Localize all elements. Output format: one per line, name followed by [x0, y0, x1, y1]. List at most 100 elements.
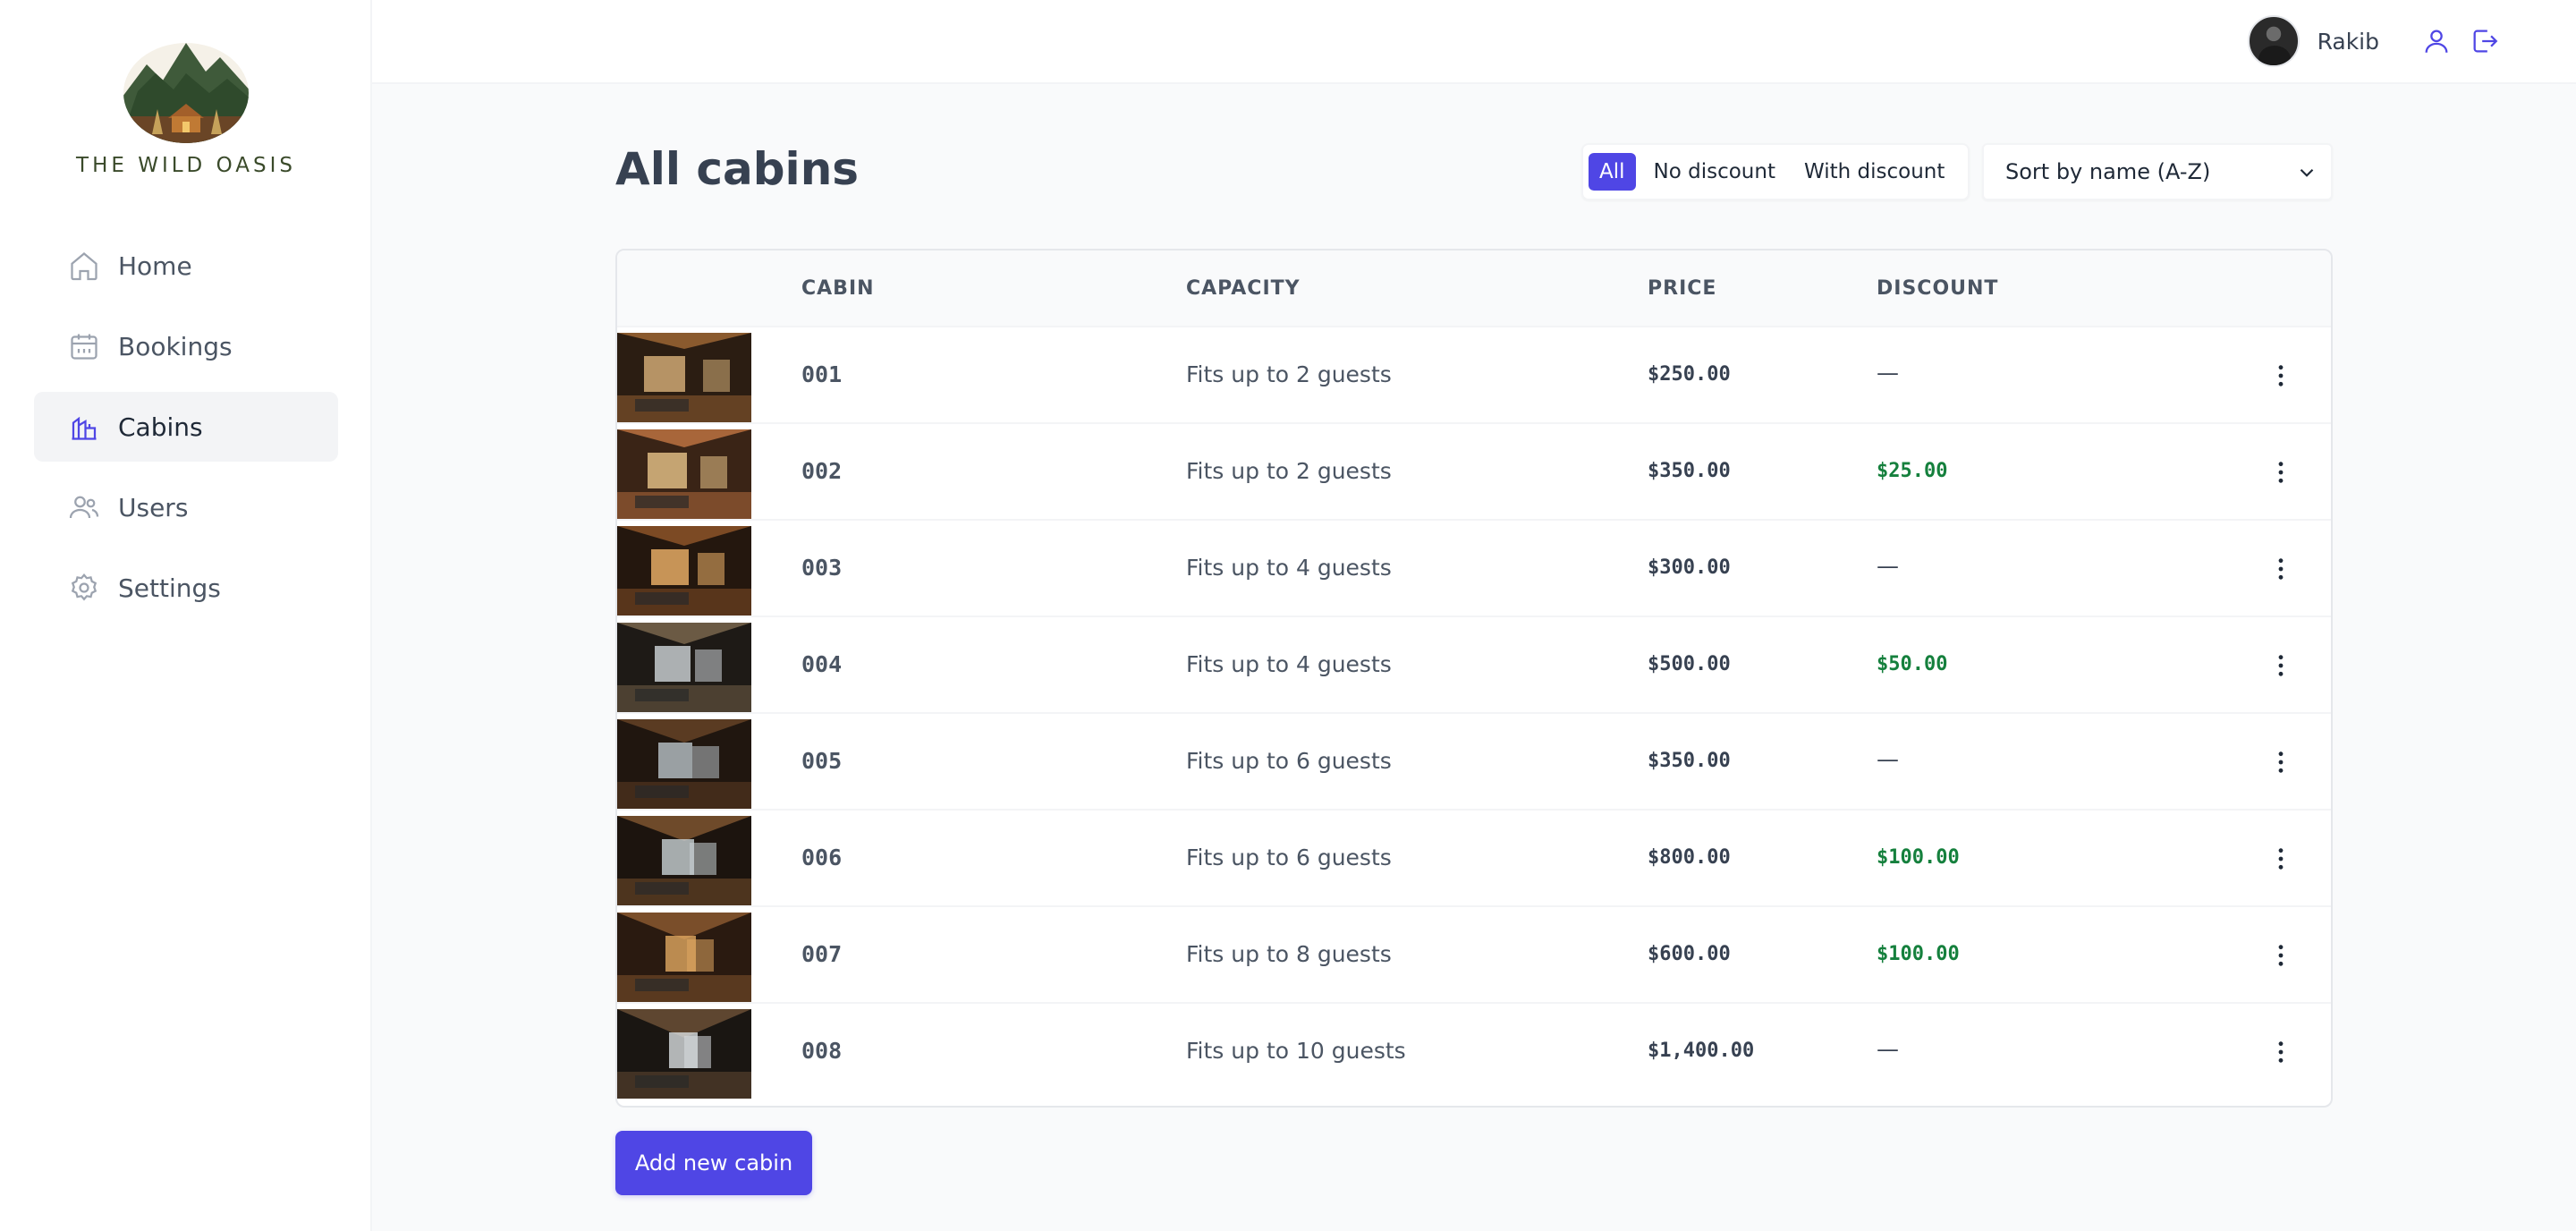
cabin-name: 003 — [801, 555, 843, 581]
cabins-table: CABIN CAPACITY PRICE DISCOUNT 001 Fits up… — [615, 249, 2333, 1108]
table-header: CABIN CAPACITY PRICE DISCOUNT — [617, 250, 2331, 327]
cabin-name: 007 — [801, 941, 843, 967]
column-header-discount: DISCOUNT — [1877, 277, 1999, 300]
sidebar-item-label: Home — [118, 250, 192, 281]
cabin-image — [617, 623, 751, 712]
cabin-discount: $50.00 — [1877, 653, 1948, 675]
top-header: Rakib — [372, 0, 2576, 84]
column-header-capacity: CAPACITY — [1186, 277, 1301, 300]
cabin-image — [617, 526, 751, 616]
cabin-discount: — — [1877, 360, 1899, 386]
table-row: 004 Fits up to 4 guests $500.00 $50.00 — [617, 617, 2331, 714]
more-vertical-icon — [2278, 1041, 2284, 1063]
sidebar-item-settings[interactable]: Settings — [34, 553, 338, 623]
cabin-image — [617, 333, 751, 422]
table-row: 005 Fits up to 6 guests $350.00 — — [617, 714, 2331, 811]
cabin-name: 008 — [801, 1038, 843, 1064]
table-row: 006 Fits up to 6 guests $800.00 $100.00 — [617, 811, 2331, 907]
chevron-down-icon — [2300, 168, 2314, 177]
cabin-capacity: Fits up to 6 guests — [1186, 748, 1392, 774]
table-row: 008 Fits up to 10 guests $1,400.00 — — [617, 1004, 2331, 1100]
sort-select-value: Sort by name (A-Z) — [2005, 159, 2211, 184]
sidebar-item-label: Bookings — [118, 331, 233, 361]
table-row: 001 Fits up to 2 guests $250.00 — — [617, 327, 2331, 424]
row-menu-button[interactable] — [2263, 744, 2299, 780]
sidebar-item-label: Cabins — [118, 412, 203, 442]
cabin-capacity: Fits up to 2 guests — [1186, 458, 1392, 484]
page-title: All cabins — [615, 143, 860, 195]
row-menu-button[interactable] — [2263, 358, 2299, 394]
filter-no-discount-button[interactable]: No discount — [1643, 153, 1786, 191]
cabin-price: $800.00 — [1648, 846, 1731, 869]
cabin-image — [617, 429, 751, 519]
cabin-name: 006 — [801, 845, 843, 870]
cabin-name: 005 — [801, 748, 843, 774]
sort-select[interactable]: Sort by name (A-Z) — [1982, 143, 2333, 200]
row-menu-button[interactable] — [2263, 938, 2299, 973]
more-vertical-icon — [2278, 462, 2284, 483]
sidebar-item-cabins[interactable]: Cabins — [34, 392, 338, 462]
cabin-name: 001 — [801, 361, 843, 387]
cabin-discount: $100.00 — [1877, 943, 1960, 965]
row-menu-button[interactable] — [2263, 551, 2299, 587]
main-nav: Home Bookings Cabins Users Settings — [34, 231, 338, 633]
table-row: 007 Fits up to 8 guests $600.00 $100.00 — [617, 907, 2331, 1004]
filter-all-button[interactable]: All — [1589, 153, 1636, 191]
sidebar: THE WILD OASIS Home Bookings Cabins User… — [0, 0, 372, 1231]
user-name: Rakib — [2317, 28, 2379, 55]
cabin-price: $350.00 — [1648, 460, 1731, 482]
sidebar-item-label: Settings — [118, 573, 221, 603]
account-button[interactable] — [2417, 21, 2456, 61]
cabin-name: 002 — [801, 458, 843, 484]
column-header-price: PRICE — [1648, 277, 1717, 300]
gear-icon — [68, 572, 100, 604]
cabin-price: $1,400.00 — [1648, 1040, 1755, 1062]
cabin-price: $500.00 — [1648, 653, 1731, 675]
table-row: 003 Fits up to 4 guests $300.00 — — [617, 521, 2331, 617]
cabin-capacity: Fits up to 4 guests — [1186, 555, 1392, 581]
cabins-icon — [68, 411, 100, 443]
cabin-price: $600.00 — [1648, 943, 1731, 965]
cabin-discount: — — [1877, 746, 1899, 772]
sidebar-item-home[interactable]: Home — [34, 231, 338, 301]
more-vertical-icon — [2278, 655, 2284, 676]
sidebar-item-bookings[interactable]: Bookings — [34, 311, 338, 381]
add-cabin-button[interactable]: Add new cabin — [615, 1131, 812, 1195]
logo[interactable]: THE WILD OASIS — [0, 38, 372, 177]
user-menu[interactable]: Rakib — [2247, 14, 2379, 68]
cabin-capacity: Fits up to 2 guests — [1186, 361, 1392, 387]
user-icon — [2425, 30, 2448, 53]
more-vertical-icon — [2278, 558, 2284, 580]
cabin-capacity: Fits up to 4 guests — [1186, 651, 1392, 677]
cabin-capacity: Fits up to 10 guests — [1186, 1038, 1406, 1064]
more-vertical-icon — [2278, 751, 2284, 773]
cabin-image — [617, 816, 751, 905]
users-icon — [68, 491, 100, 523]
sidebar-item-users[interactable]: Users — [34, 472, 338, 542]
discount-filter: All No discount With discount — [1581, 143, 1970, 200]
cabin-image — [617, 913, 751, 1002]
filter-with-discount-button[interactable]: With discount — [1793, 153, 1955, 191]
cabin-image — [617, 1009, 751, 1099]
cabin-discount: $100.00 — [1877, 846, 1960, 869]
calendar-icon — [68, 330, 100, 362]
mountain-cabin-logo — [123, 43, 249, 143]
cabin-discount: $25.00 — [1877, 460, 1948, 482]
cabin-discount: — — [1877, 553, 1899, 579]
more-vertical-icon — [2278, 848, 2284, 870]
row-menu-button[interactable] — [2263, 648, 2299, 683]
more-vertical-icon — [2278, 365, 2284, 386]
row-menu-button[interactable] — [2263, 1034, 2299, 1070]
cabin-capacity: Fits up to 8 guests — [1186, 941, 1392, 967]
cabin-name: 004 — [801, 651, 843, 677]
avatar — [2247, 15, 2300, 67]
row-menu-button[interactable] — [2263, 454, 2299, 490]
cabin-discount: — — [1877, 1036, 1899, 1062]
row-menu-button[interactable] — [2263, 841, 2299, 877]
logout-icon — [2473, 30, 2498, 53]
cabin-price: $350.00 — [1648, 750, 1731, 772]
logout-button[interactable] — [2465, 21, 2504, 61]
column-header-cabin: CABIN — [801, 277, 875, 300]
cabin-capacity: Fits up to 6 guests — [1186, 845, 1392, 870]
sidebar-item-label: Users — [118, 492, 189, 522]
